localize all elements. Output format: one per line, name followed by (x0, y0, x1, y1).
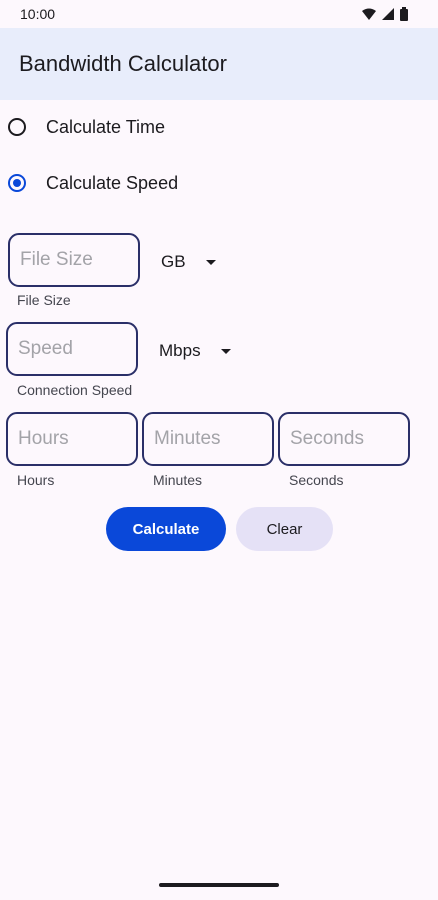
file-size-input[interactable] (10, 235, 138, 285)
radio-button-checked[interactable] (8, 174, 26, 192)
file-size-unit-value: GB (161, 252, 186, 271)
hours-helper: Hours (17, 472, 55, 488)
calculate-button[interactable]: Calculate (106, 507, 226, 551)
minutes-field[interactable] (142, 412, 274, 466)
file-size-helper: File Size (17, 292, 71, 308)
radio-label-calculate-time: Calculate Time (46, 116, 166, 137)
speed-unit-value: Mbps (159, 341, 201, 360)
signal-icon (382, 8, 394, 20)
hours-field[interactable] (6, 412, 138, 466)
speed-unit-dropdown[interactable]: Mbps (159, 336, 231, 366)
file-size-field[interactable] (8, 233, 140, 287)
file-size-unit-dropdown[interactable]: GB (161, 247, 216, 277)
app-bar: Bandwidth Calculator (0, 28, 438, 100)
speed-helper: Connection Speed (17, 382, 133, 398)
app-title: Bandwidth Calculator (19, 51, 227, 76)
dropdown-arrow-icon (220, 348, 231, 354)
seconds-field[interactable] (278, 412, 410, 466)
status-time: 10:00 (20, 6, 56, 22)
seconds-helper: Seconds (289, 472, 344, 488)
gesture-nav-handle[interactable] (159, 883, 279, 887)
minutes-input[interactable] (144, 414, 272, 464)
speed-input[interactable] (8, 324, 136, 374)
dropdown-arrow-icon (205, 259, 216, 265)
clear-button[interactable]: Clear (236, 507, 333, 551)
radio-label-calculate-speed: Calculate Speed (46, 172, 179, 193)
radio-calculate-time[interactable]: Calculate Time (8, 112, 165, 142)
hours-input[interactable] (8, 414, 136, 464)
wifi-icon (362, 8, 376, 20)
radio-button-unchecked[interactable] (8, 118, 26, 136)
radio-calculate-speed[interactable]: Calculate Speed (8, 168, 178, 198)
minutes-helper: Minutes (153, 472, 203, 488)
battery-icon (400, 7, 408, 21)
status-icons (362, 7, 408, 21)
speed-field[interactable] (6, 322, 138, 376)
status-bar: 10:00 (0, 0, 438, 28)
seconds-input[interactable] (280, 414, 408, 464)
